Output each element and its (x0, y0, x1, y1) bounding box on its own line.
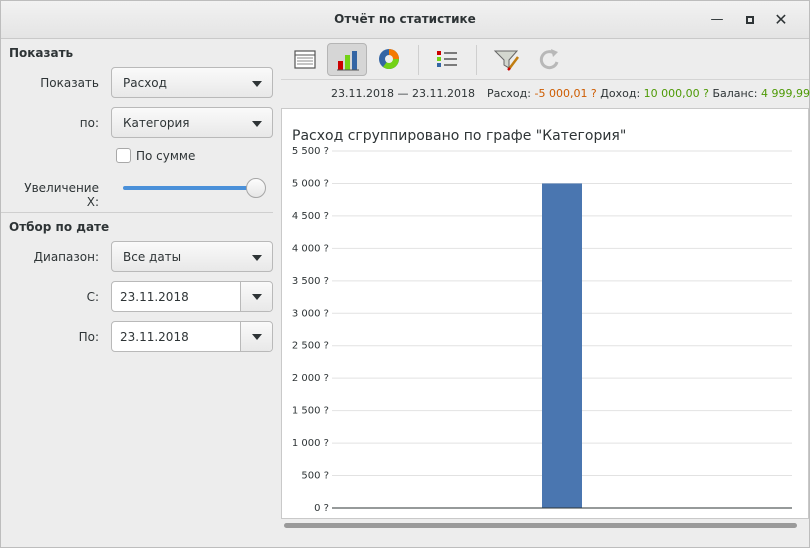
by-label: по: (79, 116, 99, 130)
close-icon[interactable]: ✕ (771, 10, 791, 30)
income-value: 10 000,00 ? (643, 87, 709, 100)
to-date-value: 23.11.2018 (120, 330, 189, 344)
y-tick-label: 4 000 ? (292, 243, 329, 254)
toolbar-separator (418, 45, 419, 75)
date-range-text: 23.11.2018 — 23.11.2018 (331, 87, 475, 100)
pie-chart-button[interactable] (369, 43, 409, 76)
expense-label: Расход: (487, 87, 531, 100)
range-combo[interactable]: Все даты (111, 241, 273, 272)
y-tick-label: 3 500 ? (292, 276, 329, 287)
divider (1, 212, 273, 213)
bar-chart-button[interactable] (327, 43, 367, 76)
chevron-down-icon (252, 121, 262, 127)
show-combo[interactable]: Расход (111, 67, 273, 98)
chevron-down-icon (252, 294, 262, 300)
refresh-icon (539, 49, 559, 70)
to-label: По: (78, 330, 99, 344)
show-combo-value: Расход (123, 76, 167, 90)
zoom-label: Увеличение X: (24, 181, 99, 209)
y-tick-label: 2 500 ? (292, 341, 329, 352)
chart-title: Расход сгруппировано по графе "Категория… (292, 128, 626, 144)
show-section-title: Показать (9, 46, 74, 60)
horizontal-scrollbar[interactable] (284, 523, 797, 528)
zoom-slider-track[interactable] (123, 186, 257, 190)
date-section-title: Отбор по дате (9, 220, 110, 234)
income-label: Доход: (600, 87, 641, 100)
range-combo-value: Все даты (123, 250, 182, 264)
bar-chart-icon (337, 51, 359, 71)
y-tick-label: 0 ? (314, 503, 329, 514)
y-tick-label: 1 500 ? (292, 406, 329, 417)
list-view-button[interactable] (427, 43, 467, 76)
range-label: Диапазон: (33, 250, 99, 264)
show-label: Показать (40, 76, 99, 90)
from-date-dropdown-button[interactable] (240, 282, 272, 311)
toolbar-separator (476, 45, 477, 75)
y-tick-label: 2 000 ? (292, 373, 329, 384)
minimize-icon[interactable]: — (707, 10, 727, 30)
y-tick-label: 500 ? (301, 471, 329, 482)
expense-value: -5 000,01 ? (534, 87, 597, 100)
to-date-dropdown-button[interactable] (240, 322, 272, 351)
window-title: Отчёт по статистике (334, 12, 476, 26)
maximize-icon[interactable] (740, 10, 760, 30)
by-combo-value: Категория (123, 116, 190, 130)
y-tick-label: 3 000 ? (292, 308, 329, 319)
from-label: С: (86, 290, 99, 304)
left-panel: Показать Показать Расход по: Категория П… (1, 40, 281, 540)
zoom-slider-handle[interactable] (246, 178, 266, 198)
chevron-down-icon (252, 81, 262, 87)
balance-value: 4 999,99 ? (761, 87, 810, 100)
y-tick-label: 5 000 ? (292, 178, 329, 189)
chevron-down-icon (252, 255, 262, 261)
to-date-field[interactable]: 23.11.2018 (111, 321, 273, 352)
pie-chart-icon (379, 49, 399, 69)
list-icon (437, 51, 457, 67)
table-view-icon (294, 50, 316, 69)
filter-button[interactable] (487, 43, 527, 76)
from-date-field[interactable]: 23.11.2018 (111, 281, 273, 312)
from-date-value: 23.11.2018 (120, 290, 189, 304)
toolbar-divider (281, 79, 809, 80)
report-window: Отчёт по статистике — ✕ Показать Показат… (0, 0, 810, 548)
chart-area: Расход сгруппировано по графе "Категория… (281, 108, 809, 519)
by-combo[interactable]: Категория (111, 107, 273, 138)
summary-line: Расход: -5 000,01 ? Доход: 10 000,00 ? Б… (487, 87, 810, 100)
sum-checkbox-label: По сумме (136, 149, 196, 163)
titlebar: Отчёт по статистике — ✕ (1, 1, 809, 39)
y-tick-label: 1 000 ? (292, 438, 329, 449)
y-tick-label: 4 500 ? (292, 211, 329, 222)
bar (542, 183, 582, 508)
chevron-down-icon (252, 334, 262, 340)
bar-chart: Расход сгруппировано по графе "Категория… (292, 128, 792, 514)
table-view-button[interactable] (285, 43, 325, 76)
sum-checkbox[interactable] (116, 148, 131, 163)
filter-icon (493, 50, 519, 71)
y-tick-label: 5 500 ? (292, 146, 329, 157)
balance-label: Баланс: (712, 87, 758, 100)
refresh-button[interactable] (529, 43, 569, 76)
